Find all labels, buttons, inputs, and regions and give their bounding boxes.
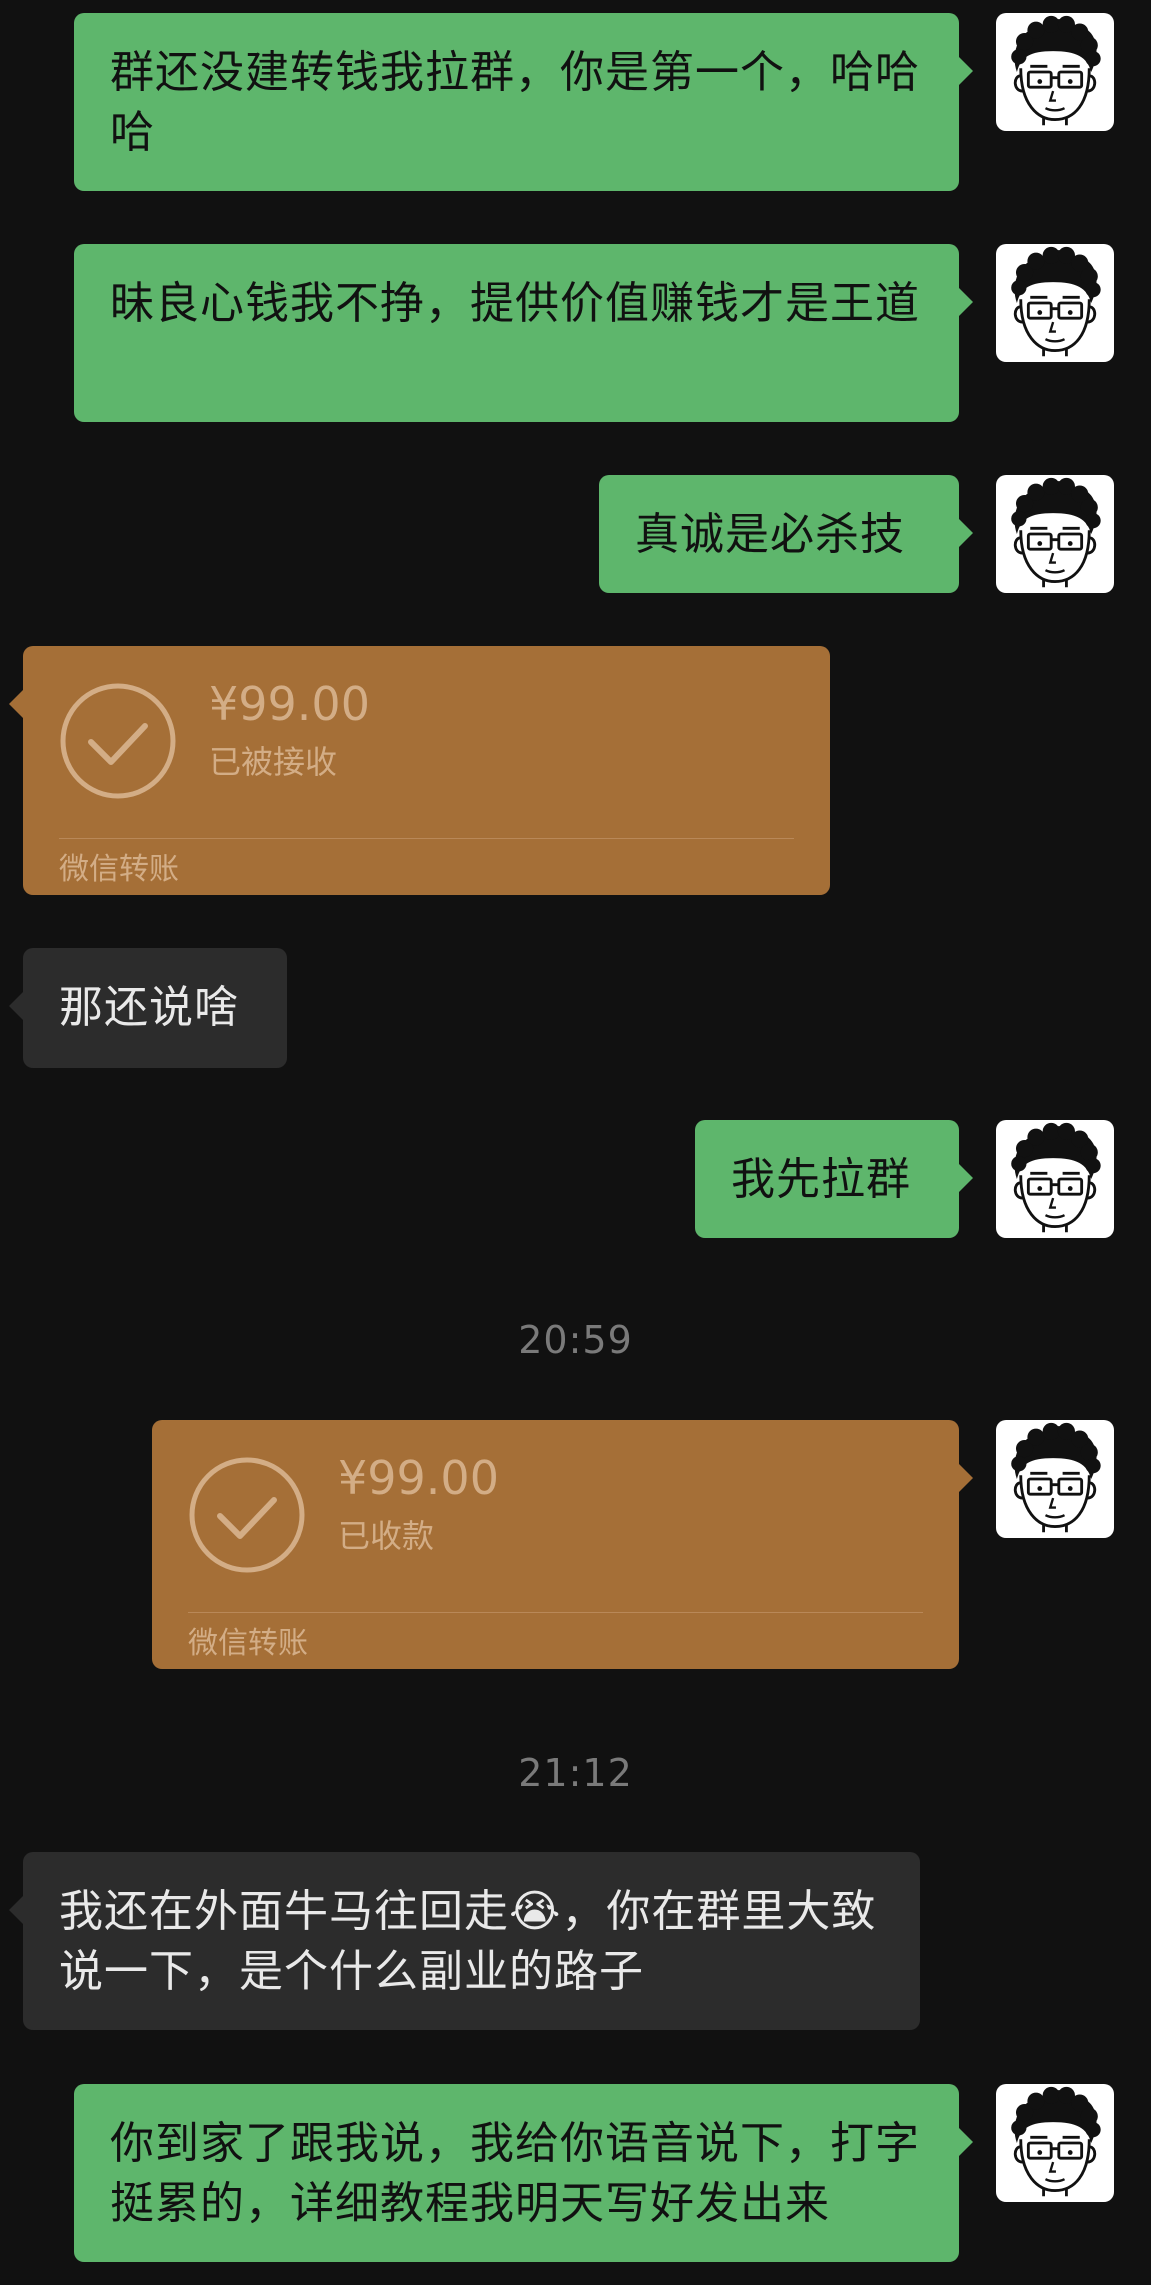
bubble-tail	[9, 690, 23, 718]
bubble-tail	[959, 1464, 973, 1492]
timestamp: 20:59	[518, 1318, 633, 1362]
cartoon-man-with-glasses-icon	[1009, 476, 1103, 589]
divider	[188, 1612, 923, 1613]
transfer-status: 已收款	[338, 1517, 435, 1555]
message-bubble-outgoing[interactable]: 群还没建转钱我拉群，你是第一个，哈哈哈	[74, 13, 973, 191]
transfer-amount: ¥99.00	[209, 677, 370, 731]
message-text: 那还说啥	[59, 982, 239, 1033]
avatar[interactable]	[996, 475, 1114, 593]
message-bubble-incoming[interactable]: 那还说啥	[9, 948, 287, 1068]
cartoon-man-with-glasses-icon	[1009, 14, 1103, 127]
message-bubble-incoming[interactable]: 我还在外面牛马往回走😭，你在群里大致说一下，是个什么副业的路子	[9, 1852, 920, 2030]
cartoon-man-with-glasses-icon	[1009, 1121, 1103, 1234]
transfer-label: 微信转账	[188, 1626, 308, 1661]
avatar[interactable]	[996, 244, 1114, 362]
check-circle-icon	[59, 682, 177, 800]
message-text: 我先拉群	[731, 1154, 911, 1205]
message-text: 我还在外面牛马往回走😭，你在群里大致说一下，是个什么副业的路子	[59, 1886, 877, 1997]
transfer-label: 微信转账	[59, 852, 179, 887]
message-text: 真诚是必杀技	[635, 509, 905, 560]
divider	[59, 838, 794, 839]
bubble-tail	[959, 2128, 973, 2156]
message-bubble-outgoing[interactable]: 真诚是必杀技	[599, 475, 973, 593]
loudly-crying-emoji-icon: 😭	[509, 1886, 562, 1937]
message-text: 群还没建转钱我拉群，你是第一个，哈哈哈	[110, 47, 920, 158]
cartoon-man-with-glasses-icon	[1009, 245, 1103, 358]
message-text: 昧良心钱我不挣，提供价值赚钱才是王道	[110, 278, 920, 329]
check-circle-icon	[188, 1456, 306, 1574]
bubble-tail	[959, 519, 973, 547]
message-bubble-outgoing[interactable]: 昧良心钱我不挣，提供价值赚钱才是王道	[74, 244, 973, 422]
bubble-tail	[959, 1164, 973, 1192]
cartoon-man-with-glasses-icon	[1009, 1421, 1103, 1534]
timestamp: 21:12	[518, 1751, 633, 1795]
message-bubble-outgoing[interactable]: 我先拉群	[695, 1120, 973, 1238]
bubble-tail	[9, 1896, 23, 1924]
wechat-transfer-card[interactable]: ¥99.00 已收款 微信转账	[152, 1420, 973, 1669]
cartoon-man-with-glasses-icon	[1009, 2085, 1103, 2198]
avatar[interactable]	[996, 1120, 1114, 1238]
avatar[interactable]	[996, 2084, 1114, 2202]
bubble-tail	[9, 992, 23, 1020]
transfer-amount: ¥99.00	[338, 1451, 499, 1505]
message-text: 你到家了跟我说，我给你语音说下，打字挺累的，详细教程我明天写好发出来	[110, 2118, 920, 2229]
wechat-transfer-card[interactable]: ¥99.00 已被接收 微信转账	[9, 646, 830, 895]
avatar[interactable]	[996, 13, 1114, 131]
avatar[interactable]	[996, 1420, 1114, 1538]
transfer-status: 已被接收	[209, 743, 338, 781]
bubble-tail	[959, 288, 973, 316]
message-bubble-outgoing[interactable]: 你到家了跟我说，我给你语音说下，打字挺累的，详细教程我明天写好发出来	[74, 2084, 973, 2262]
bubble-tail	[959, 57, 973, 85]
